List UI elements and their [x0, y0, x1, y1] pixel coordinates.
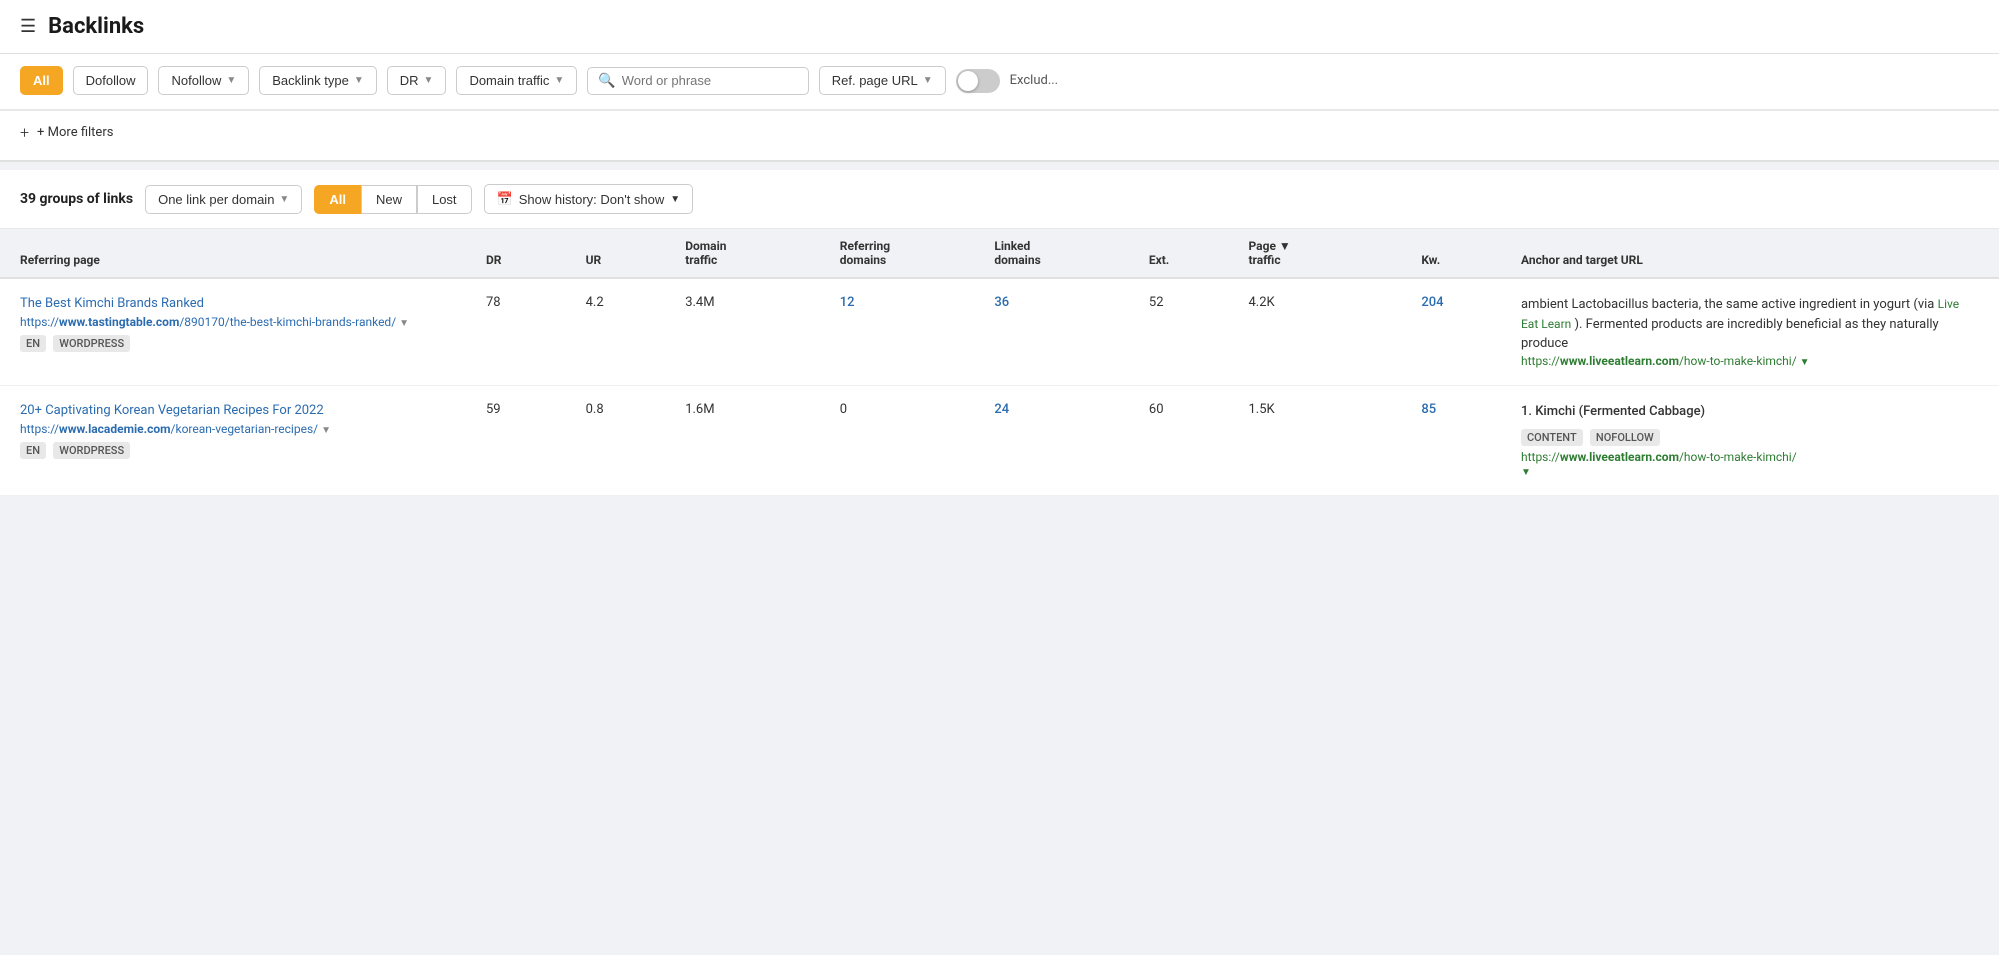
col-ur: UR [586, 253, 678, 267]
chevron-down-icon: ▼ [670, 194, 680, 205]
linked-domains-cell-2[interactable]: 24 [994, 402, 1141, 417]
anchor-url-cell-1: ambient Lactobacillus bacteria, the same… [1521, 295, 1979, 369]
filter-ref-page-url-button[interactable]: Ref. page URL ▼ [819, 66, 946, 95]
all-links-button[interactable]: All [314, 185, 361, 214]
chevron-down-icon[interactable]: ▼ [1800, 357, 1810, 368]
chevron-down-icon[interactable]: ▼ [1521, 467, 1531, 478]
show-history-button[interactable]: 📅 Show history: Don't show ▼ [484, 184, 694, 214]
ur-cell-1: 4.2 [586, 295, 678, 310]
domain-traffic-cell-1: 3.4M [685, 295, 832, 310]
referring-domains-cell-1[interactable]: 12 [840, 295, 987, 310]
col-kw: Kw. [1421, 253, 1513, 267]
referring-domains-cell-2: 0 [840, 402, 987, 417]
anchor-tags-2: CONTENT NOFOLLOW [1521, 425, 1979, 446]
exclude-label: Exclud... [1010, 73, 1058, 88]
more-filters-row: + + More filters [0, 111, 1999, 162]
referring-page-cell-2: 20+ Captivating Korean Vegetarian Recipe… [20, 402, 478, 459]
target-url-link-2[interactable]: https://www.liveeatlearn.com/how-to-make… [1521, 450, 1979, 464]
filter-dr-button[interactable]: DR ▼ [387, 66, 447, 95]
referring-page-link-1[interactable]: The Best Kimchi Brands Ranked [20, 295, 478, 313]
kw-cell-1[interactable]: 204 [1421, 295, 1513, 310]
col-page-traffic[interactable]: Page ▼traffic [1249, 239, 1414, 267]
filter-nofollow-button[interactable]: Nofollow ▼ [158, 66, 249, 95]
col-referring-domains: Referringdomains [840, 239, 987, 267]
more-filters-button[interactable]: + + More filters [20, 117, 1979, 148]
page-traffic-cell-2: 1.5K [1249, 402, 1414, 417]
col-dr: DR [486, 253, 578, 267]
ur-cell-2: 0.8 [586, 402, 678, 417]
filter-backlink-type-button[interactable]: Backlink type ▼ [259, 66, 377, 95]
chevron-down-icon: ▼ [279, 194, 289, 205]
tags-row-1: EN WORDPRESS [20, 331, 478, 352]
lang-tag-1: EN [20, 335, 46, 352]
col-ext: Ext. [1149, 253, 1241, 267]
chevron-down-icon: ▼ [923, 75, 933, 86]
domain-traffic-cell-2: 1.6M [685, 402, 832, 417]
tags-row-2: EN WORDPRESS [20, 438, 478, 459]
page-traffic-cell-1: 4.2K [1249, 295, 1414, 310]
filter-domain-traffic-button[interactable]: Domain traffic ▼ [456, 66, 577, 95]
table-controls: 39 groups of links One link per domain ▼… [0, 170, 1999, 229]
referring-page-link-2[interactable]: 20+ Captivating Korean Vegetarian Recipe… [20, 402, 478, 420]
table-body: The Best Kimchi Brands Ranked https://ww… [0, 279, 1999, 496]
col-anchor-url: Anchor and target URL [1521, 253, 1979, 267]
nofollow-tag-2: NOFOLLOW [1590, 429, 1660, 446]
kw-cell-2[interactable]: 85 [1421, 402, 1513, 417]
table-row: 20+ Captivating Korean Vegetarian Recipe… [0, 386, 1999, 497]
dr-cell-2: 59 [486, 402, 578, 417]
target-url-link-1[interactable]: https://www.liveeatlearn.com/how-to-make… [1521, 354, 1800, 368]
exclude-toggle[interactable] [956, 69, 1000, 93]
menu-icon[interactable]: ☰ [20, 16, 36, 37]
link-status-group: All New Lost [314, 185, 471, 214]
col-domain-traffic: Domaintraffic [685, 239, 832, 267]
search-icon: 🔍 [598, 73, 615, 89]
anchor-url-cell-2: 1. Kimchi (Fermented Cabbage) CONTENT NO… [1521, 402, 1979, 480]
linked-domains-cell-1[interactable]: 36 [994, 295, 1141, 310]
lang-tag-2: EN [20, 442, 46, 459]
header: ☰ Backlinks [0, 0, 1999, 54]
platform-tag-2: WORDPRESS [53, 442, 130, 459]
referring-page-cell-1: The Best Kimchi Brands Ranked https://ww… [20, 295, 478, 352]
col-linked-domains: Linkeddomains [994, 239, 1141, 267]
filter-all-button[interactable]: All [20, 66, 63, 95]
dr-cell-1: 78 [486, 295, 578, 310]
chevron-down-icon[interactable]: ▼ [399, 318, 409, 329]
new-links-button[interactable]: New [361, 185, 417, 214]
ext-cell-1: 52 [1149, 295, 1241, 310]
referring-page-url-2: https://www.lacademie.com/korean-vegetar… [20, 422, 478, 436]
col-referring-page: Referring page [20, 253, 478, 267]
lost-links-button[interactable]: Lost [417, 185, 472, 214]
calendar-icon: 📅 [497, 191, 513, 207]
chevron-down-icon: ▼ [554, 75, 564, 86]
filter-dofollow-button[interactable]: Dofollow [73, 66, 149, 95]
search-box: 🔍 [587, 67, 808, 95]
content-tag-2: CONTENT [1521, 429, 1583, 446]
chevron-down-icon: ▼ [226, 75, 236, 86]
chevron-down-icon[interactable]: ▼ [321, 425, 331, 436]
page-title: Backlinks [48, 14, 144, 39]
referring-page-url-1: https://www.tastingtable.com/890170/the-… [20, 315, 478, 329]
platform-tag-1: WORDPRESS [53, 335, 130, 352]
table-row: The Best Kimchi Brands Ranked https://ww… [0, 279, 1999, 386]
plus-icon: + [20, 123, 29, 142]
anchor-item-link-2[interactable]: 1. Kimchi (Fermented Cabbage) [1521, 402, 1979, 422]
filters-bar: All Dofollow Nofollow ▼ Backlink type ▼ … [0, 54, 1999, 111]
chevron-down-icon: ▼ [354, 75, 364, 86]
search-input[interactable] [622, 73, 798, 88]
table-header: Referring page DR UR Domaintraffic Refer… [0, 229, 1999, 279]
per-domain-dropdown[interactable]: One link per domain ▼ [145, 185, 302, 214]
ext-cell-2: 60 [1149, 402, 1241, 417]
groups-label: 39 groups of links [20, 191, 133, 207]
chevron-down-icon: ▼ [424, 75, 434, 86]
